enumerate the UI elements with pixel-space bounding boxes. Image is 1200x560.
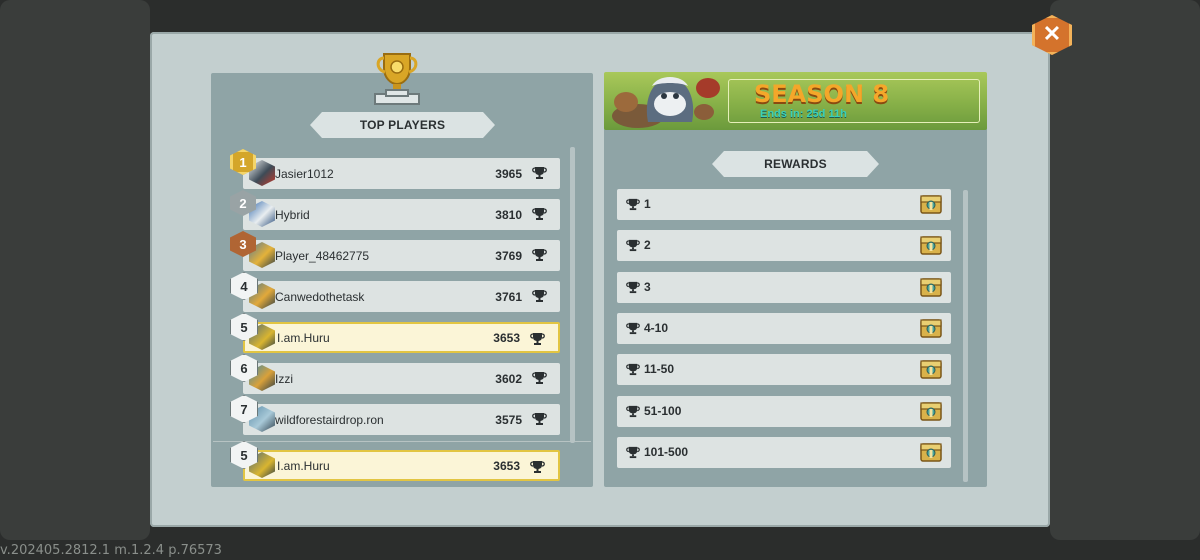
cup-icon bbox=[626, 198, 640, 211]
chest-icon[interactable] bbox=[919, 357, 943, 381]
reward-row[interactable]: 51-100 bbox=[617, 395, 951, 427]
player-score: 3653 bbox=[493, 330, 520, 345]
cup-icon bbox=[626, 364, 640, 376]
current-player-row[interactable]: I.am.Huru 3653 bbox=[243, 450, 560, 481]
reward-rank-range: 4-10 bbox=[644, 320, 669, 335]
cup-icon bbox=[626, 446, 640, 458]
rewards-header: REWARDS bbox=[712, 151, 879, 177]
chest-icon[interactable] bbox=[919, 316, 943, 340]
cup-icon bbox=[530, 333, 545, 345]
player-row[interactable]: Hybrid 3810 bbox=[243, 199, 560, 230]
cup-icon bbox=[532, 372, 547, 384]
close-icon: ✕ bbox=[1042, 21, 1062, 46]
reward-rank-range: 3 bbox=[644, 279, 651, 294]
player-row[interactable]: Jasier1012 3965 bbox=[243, 158, 560, 189]
player-name: Jasier1012 bbox=[275, 166, 334, 181]
season-title: SEASON 8 bbox=[754, 80, 890, 108]
cup-icon bbox=[532, 290, 547, 302]
cup-icon bbox=[532, 413, 547, 425]
background-panel-left bbox=[0, 0, 150, 540]
player-row[interactable]: Canwedothetask 3761 bbox=[243, 281, 560, 312]
player-score: 3810 bbox=[495, 207, 522, 222]
rewards-title: REWARDS bbox=[764, 157, 827, 171]
chest-icon[interactable] bbox=[919, 440, 943, 464]
cup-icon bbox=[626, 322, 640, 334]
cup-icon bbox=[530, 461, 545, 473]
reward-rank-range: 2 bbox=[644, 238, 651, 253]
chest-icon[interactable] bbox=[919, 192, 943, 216]
reward-rank-range: 51-100 bbox=[644, 403, 682, 418]
player-score: 3575 bbox=[495, 412, 522, 427]
players-scrollbar[interactable] bbox=[570, 147, 575, 443]
season-banner: SEASON 8 Ends in: 25d 11h bbox=[604, 72, 987, 130]
reward-row[interactable]: 2 bbox=[617, 230, 951, 262]
trophy-icon bbox=[374, 53, 420, 105]
cup-icon bbox=[626, 240, 640, 252]
list-divider bbox=[213, 441, 591, 442]
reward-row[interactable]: 4-10 bbox=[617, 312, 951, 344]
season-monster-art bbox=[612, 77, 720, 128]
current-player-score: 3653 bbox=[493, 458, 520, 473]
reward-row[interactable]: 1 bbox=[617, 189, 951, 220]
player-row[interactable]: I.am.Huru 3653 bbox=[243, 322, 560, 353]
cup-icon bbox=[532, 208, 547, 220]
top-players-title: TOP PLAYERS bbox=[359, 118, 446, 132]
chest-icon[interactable] bbox=[919, 399, 943, 423]
background-panel-right bbox=[1050, 0, 1200, 540]
version-label: v.202405.2812.1 m.1.2.4 p.76573 bbox=[0, 543, 222, 558]
player-row[interactable]: wildforestairdrop.ron 3575 bbox=[243, 404, 560, 435]
rewards-scrollbar[interactable] bbox=[963, 190, 968, 482]
player-name: Player_48462775 bbox=[275, 248, 370, 263]
reward-rank-range: 101-500 bbox=[644, 444, 689, 459]
top-players-header: TOP PLAYERS bbox=[310, 112, 495, 138]
player-name: Izzi bbox=[275, 371, 293, 386]
player-name: wildforestairdrop.ron bbox=[275, 412, 384, 427]
player-score: 3602 bbox=[495, 371, 522, 386]
reward-row[interactable]: 11-50 bbox=[617, 354, 951, 386]
reward-rank-range: 11-50 bbox=[644, 362, 675, 377]
cup-icon bbox=[532, 167, 547, 179]
player-row[interactable]: Player_48462775 3769 bbox=[243, 240, 560, 271]
player-row[interactable]: Izzi 3602 bbox=[243, 363, 560, 394]
reward-row[interactable]: 3 bbox=[617, 271, 951, 303]
reward-row[interactable]: 101-500 bbox=[617, 436, 951, 468]
chest-icon[interactable] bbox=[919, 233, 943, 257]
cup-icon bbox=[626, 281, 640, 293]
player-name: Hybrid bbox=[275, 207, 310, 222]
cup-icon bbox=[532, 249, 547, 261]
player-name: I.am.Huru bbox=[277, 330, 330, 345]
player-score: 3761 bbox=[495, 289, 522, 304]
season-ends-in: Ends in: 25d 11h bbox=[760, 108, 847, 120]
player-score: 3965 bbox=[495, 166, 522, 181]
cup-icon bbox=[626, 405, 640, 417]
player-name: Canwedothetask bbox=[275, 289, 365, 304]
current-player-name: I.am.Huru bbox=[277, 458, 330, 473]
chest-icon[interactable] bbox=[919, 275, 943, 299]
reward-rank-range: 1 bbox=[644, 197, 651, 211]
player-score: 3769 bbox=[495, 248, 522, 263]
